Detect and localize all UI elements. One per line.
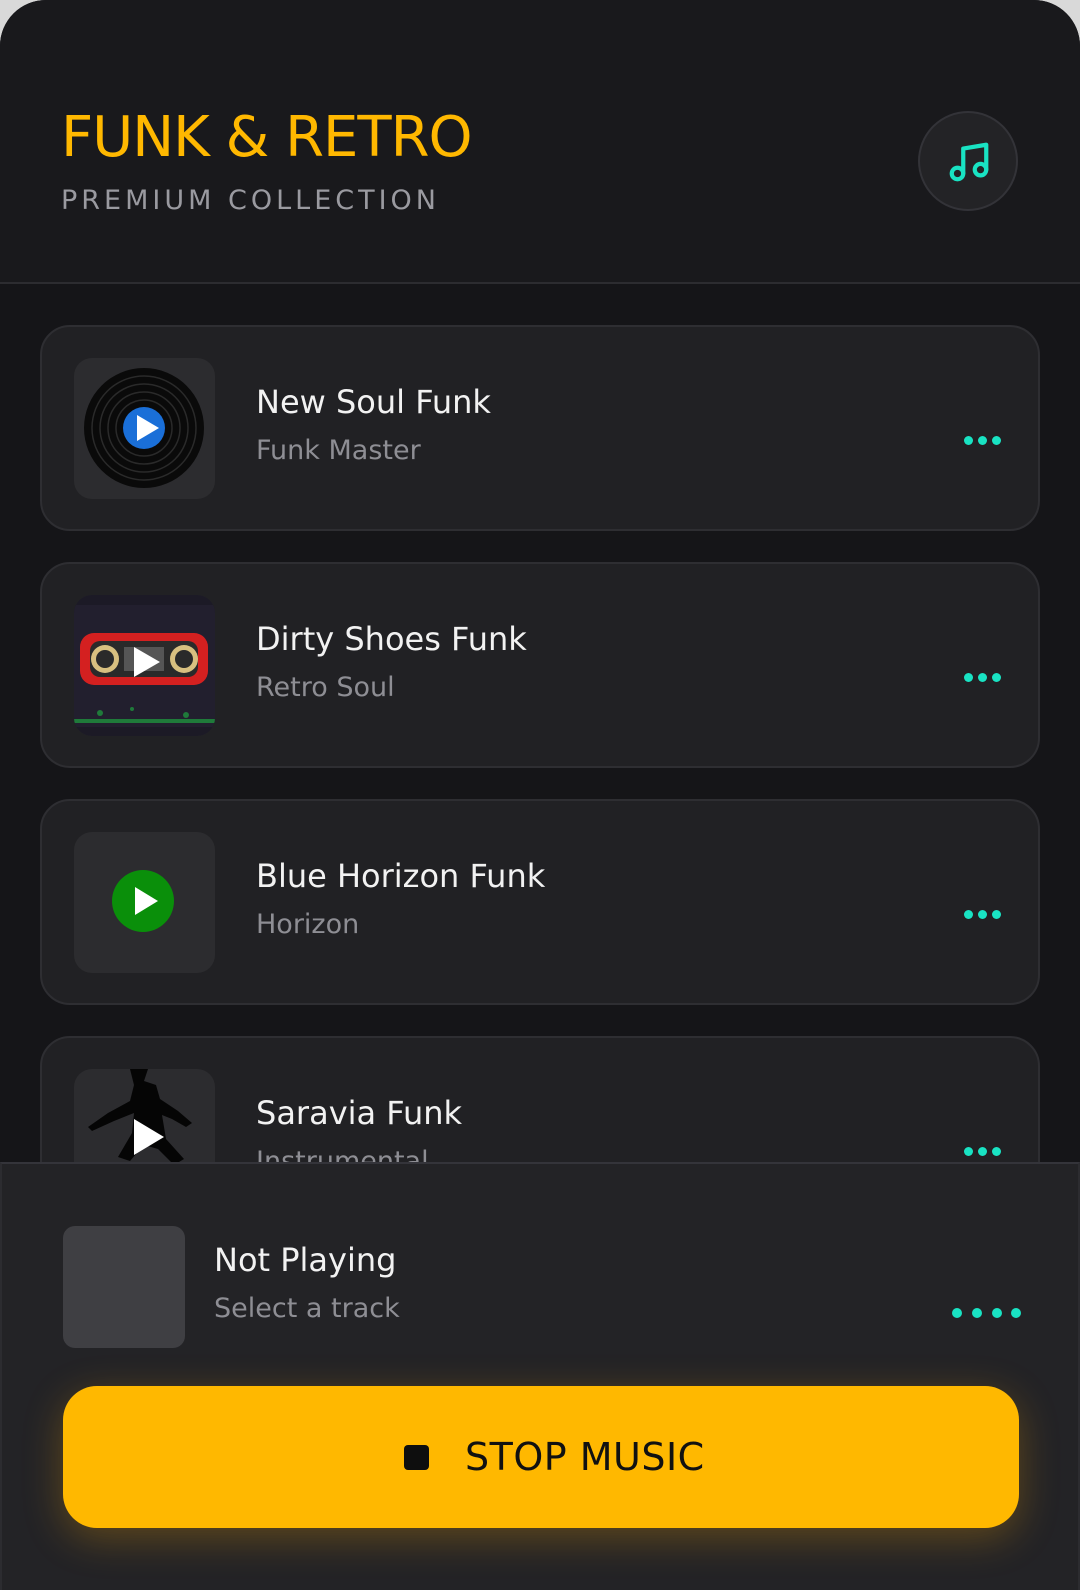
music-note-icon bbox=[949, 142, 989, 182]
more-options-icon[interactable] bbox=[962, 905, 1004, 925]
stop-music-label: STOP MUSIC bbox=[465, 1435, 705, 1479]
now-playing-title: Not Playing bbox=[214, 1241, 397, 1279]
track-card[interactable]: Dirty Shoes Funk Retro Soul bbox=[40, 562, 1040, 768]
track-card[interactable]: Blue Horizon Funk Horizon bbox=[40, 799, 1040, 1005]
equalizer-dots-icon bbox=[950, 1306, 1022, 1320]
vinyl-record-icon bbox=[84, 368, 204, 488]
music-button[interactable] bbox=[918, 111, 1018, 211]
track-card[interactable]: New Soul Funk Funk Master bbox=[40, 325, 1040, 531]
more-options-icon[interactable] bbox=[962, 1142, 1004, 1162]
track-title: Dirty Shoes Funk bbox=[256, 620, 527, 658]
track-artwork bbox=[74, 595, 215, 736]
more-options-icon[interactable] bbox=[962, 668, 1004, 688]
now-playing-bar: Not Playing Select a track STOP MUSIC bbox=[0, 1162, 1080, 1590]
app-screen: FUNK & RETRO PREMIUM COLLECTION New Soul… bbox=[0, 0, 1080, 1590]
more-options-icon[interactable] bbox=[962, 431, 1004, 451]
track-artist: Funk Master bbox=[256, 435, 421, 466]
cassette-tape-icon bbox=[74, 595, 215, 736]
stop-icon bbox=[404, 1445, 429, 1470]
track-artwork bbox=[74, 832, 215, 973]
track-artist: Horizon bbox=[256, 909, 360, 940]
track-artwork bbox=[74, 358, 215, 499]
track-artist: Retro Soul bbox=[256, 672, 395, 703]
now-playing-artwork bbox=[63, 1226, 185, 1348]
track-title: Blue Horizon Funk bbox=[256, 857, 546, 895]
track-title: Saravia Funk bbox=[256, 1094, 463, 1132]
green-play-icon bbox=[112, 870, 174, 932]
page-title: FUNK & RETRO bbox=[61, 105, 473, 170]
header: FUNK & RETRO PREMIUM COLLECTION bbox=[0, 0, 1080, 284]
page-subtitle: PREMIUM COLLECTION bbox=[61, 185, 441, 216]
now-playing-subtitle: Select a track bbox=[214, 1293, 400, 1324]
track-title: New Soul Funk bbox=[256, 383, 491, 421]
stop-music-button[interactable]: STOP MUSIC bbox=[63, 1386, 1019, 1528]
